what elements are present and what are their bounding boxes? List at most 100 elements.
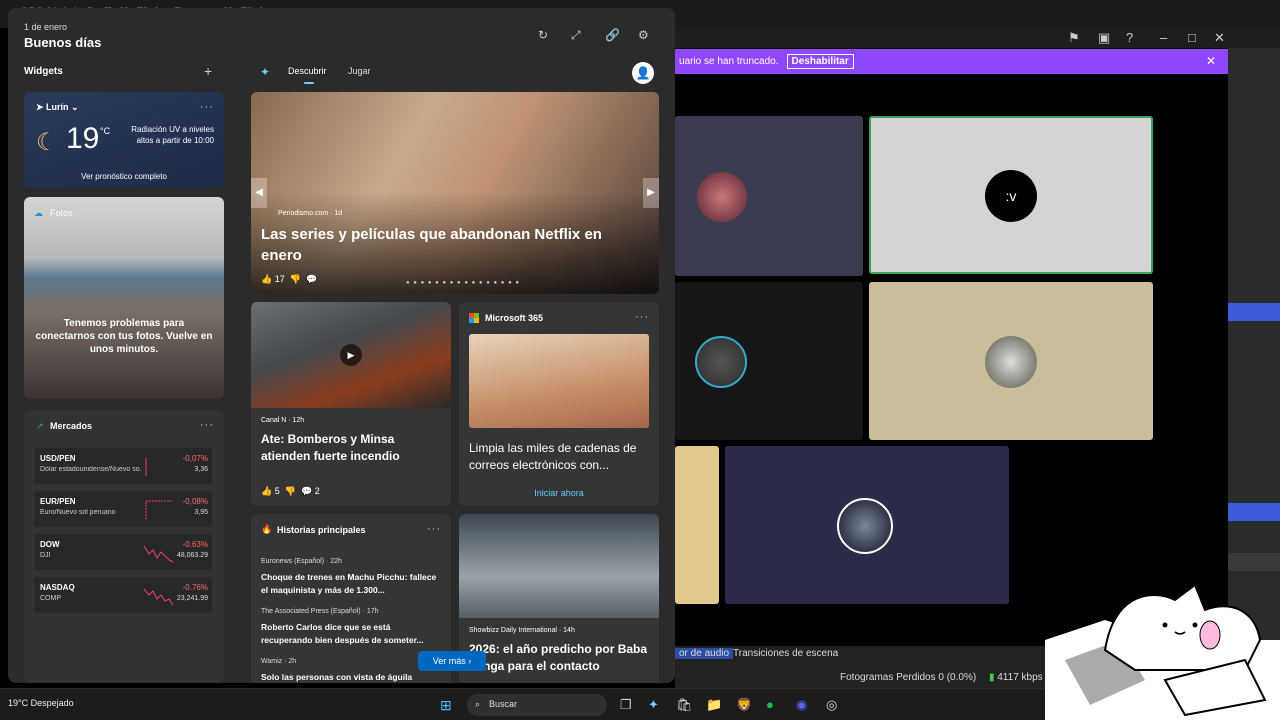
more-options-icon[interactable]: ··· [200,419,214,431]
dislike-icon[interactable]: 👎 [285,486,296,496]
more-options-icon[interactable]: ··· [200,101,214,113]
video-tile[interactable] [675,446,719,604]
tab-play[interactable]: Jugar [348,66,371,76]
weather-location[interactable]: ➤ Lurín ⌄ [36,102,79,113]
tab-audio-mixer[interactable]: or de audio [675,648,734,659]
cat-paw [1199,620,1221,650]
video-tile-active[interactable]: :v [869,116,1153,274]
obs-icon[interactable]: ◎ [826,697,837,713]
markets-widget[interactable]: ↗ Mercados ··· USD/PEN Dólar estadounide… [24,410,224,682]
see-more-button[interactable]: Ver más › [418,651,486,671]
discord-icon[interactable]: ◉ [796,697,807,713]
story-title[interactable]: Roberto Carlos dice que se está recupera… [261,621,441,647]
photos-widget[interactable]: ☁ Fotos ··· Tenemos problemas para conec… [24,197,224,399]
previous-arrow-icon[interactable]: ◀ [251,178,267,208]
story-source: Wamiz · 2h [261,658,297,665]
more-options-icon[interactable]: ··· [635,311,649,323]
microsoft-365-card[interactable]: Microsoft 365 ··· Limpia las miles de ca… [459,302,659,506]
more-options-icon[interactable]: ··· [200,206,214,218]
market-name: COMP [40,595,61,602]
copilot-icon[interactable]: ✦ [648,697,659,713]
next-arrow-icon[interactable]: ▶ [643,178,659,208]
comment-icon[interactable]: 💬 [306,274,317,284]
dock-item[interactable] [1228,303,1280,321]
settings-icon[interactable]: ⚙ [638,28,649,42]
maximize-icon[interactable]: □ [1188,30,1196,45]
taskbar-search[interactable]: ⌕ Buscar [467,694,607,716]
expand-icon[interactable]: ⤢ [571,28,581,43]
market-row[interactable]: EUR/PEN Euro/Nuevo sol peruano -0,08% 3,… [34,491,212,527]
store-icon[interactable]: 🛍 [676,697,693,713]
forecast-link[interactable]: Ver pronóstico completo [24,172,224,181]
greeting: Buenos días [24,35,102,50]
search-placeholder: Buscar [489,699,518,709]
avatar [837,498,893,554]
task-view-icon[interactable]: ❐ [620,697,632,713]
video-tile[interactable] [869,282,1153,440]
microsoft-logo-icon [469,313,479,323]
like-count: 17 [274,274,285,284]
markets-title: Mercados [50,421,93,431]
widgets-title: Widgets [24,66,63,77]
uv-alert[interactable]: Radiación UV a niveles altos a partir de… [122,124,214,146]
article-source: Periodismo.com · 1d [278,210,343,217]
like-count: 5 [274,486,280,496]
cat-body [1103,583,1262,671]
dislike-icon[interactable]: 👎 [290,274,301,284]
brave-icon[interactable]: 🦁 [736,697,752,713]
close-window-icon[interactable]: ✕ [1214,30,1225,46]
discord-video-grid: :v [675,74,1228,646]
close-icon[interactable]: ✕ [1206,54,1216,68]
weather-widget[interactable]: ➤ Lurín ⌄ ··· ☾ 19 °C Radiación UV a niv… [24,92,224,188]
profile-icon[interactable]: 👤 [632,62,654,84]
disable-button[interactable]: Deshabilitar [786,54,854,69]
settings-icon[interactable] [1228,553,1280,571]
video-tile[interactable] [725,446,1009,604]
news-card[interactable]: Showbizz Daily International · 14h 2026:… [459,514,659,683]
market-row[interactable]: DOW DJI -0.63% 48,063.29 [34,534,212,570]
hero-article[interactable]: ◀ ▶ Periodismo.com · 1d Las series y pel… [251,92,659,294]
file-explorer-icon[interactable]: 📁 [706,697,722,713]
obs-status-bar: Fotogramas Perdidos 0 (0.0%) ▮ 4117 kbps [840,672,1043,683]
copilot-icon[interactable]: ✦ [260,65,270,79]
market-value: 3,95 [194,509,208,516]
help-icon[interactable]: ? [1126,30,1133,45]
market-row[interactable]: USD/PEN Dólar estadounidense/Nuevo so...… [34,448,212,484]
carousel-dots[interactable]: ● ● ● ● ● ● ● ● ● ● ● ● ● ● ● ● [406,280,520,286]
article-title[interactable]: 2026: el año predicho por Baba Vanga par… [469,641,649,675]
market-row[interactable]: NASDAQ COMP -0.76% 23,241.99 [34,577,212,613]
link-icon[interactable]: 🔗 [605,28,620,42]
date-label: 1 de enero [24,22,68,32]
minimize-icon[interactable]: – [1160,30,1167,45]
like-icon[interactable]: 👍 [261,486,272,496]
comment-icon[interactable]: 💬 [301,486,312,496]
article-title[interactable]: Las series y películas que abandonan Net… [261,224,621,266]
more-options-icon[interactable]: ··· [427,523,441,535]
market-value: 3,36 [194,466,208,473]
windows-start-icon[interactable]: ⊞ [440,697,452,714]
start-now-link[interactable]: Iniciar ahora [459,488,659,498]
taskbar-weather[interactable]: 19°C Despejado [8,698,74,708]
avatar: :v [985,170,1037,222]
article-title[interactable]: Ate: Bomberos y Minsa atienden fuerte in… [261,431,441,465]
avatar [697,172,747,222]
add-widget-icon[interactable]: + [204,63,212,79]
cloud-icon: ☁ [34,208,43,218]
refresh-icon[interactable]: ↻ [538,28,548,42]
truncation-banner: uario se han truncado. Deshabilitar ✕ [675,49,1228,74]
news-card[interactable]: ▶ Canal N · 12h Ate: Bomberos y Minsa at… [251,302,451,506]
sparkline [145,500,172,519]
tab-scene-transitions[interactable]: Transiciones de escena [733,648,838,659]
obs-docks [1228,48,1280,648]
story-title[interactable]: Solo las personas con vista de águila [261,671,441,683]
story-source: The Associated Press (Español) · 17h [261,608,379,615]
search-icon: ⌕ [475,699,481,709]
spotify-icon[interactable]: ● [766,697,774,712]
play-icon[interactable]: ▶ [340,344,362,366]
tab-discover[interactable]: Descubrir [288,66,327,76]
flag-icon[interactable]: ⚑ [1068,30,1080,46]
like-icon[interactable]: 👍 [261,274,272,284]
story-title[interactable]: Choque de trenes en Machu Picchu: fallec… [261,571,441,597]
dock-item[interactable] [1228,503,1280,521]
layout-icon[interactable]: ▣ [1098,30,1110,46]
